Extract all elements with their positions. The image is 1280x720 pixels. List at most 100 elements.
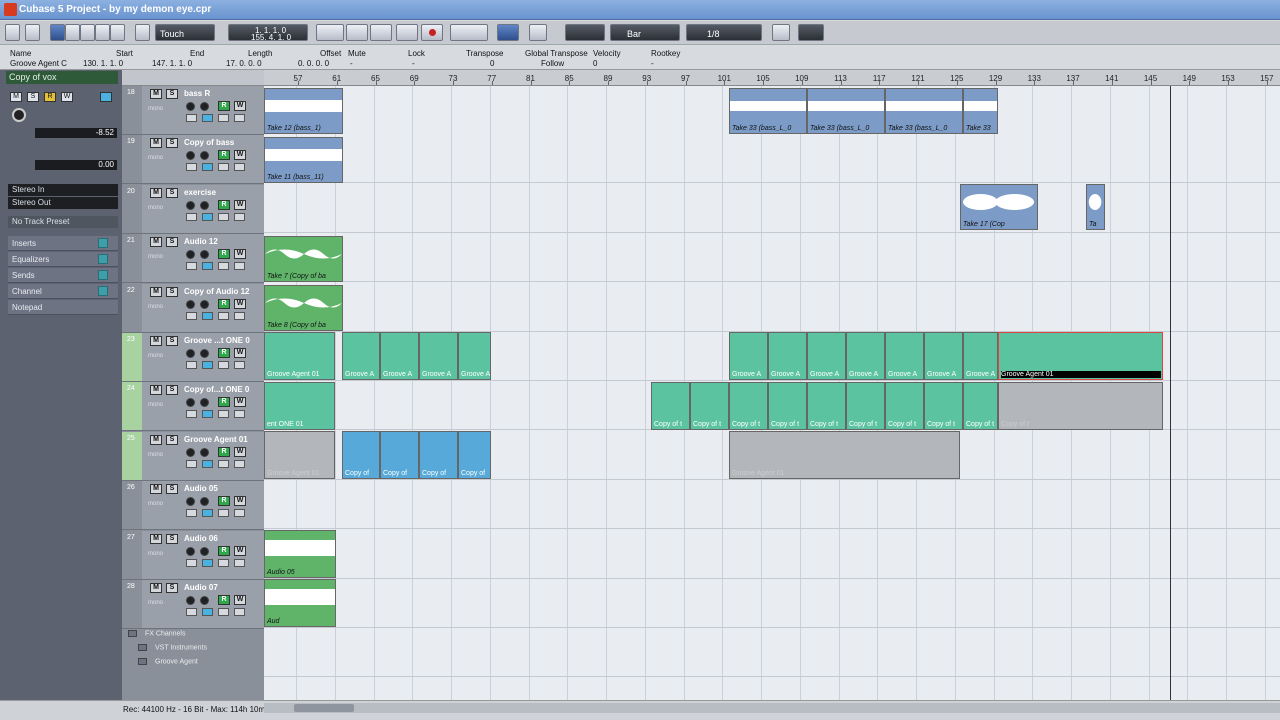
edit-channel-icon[interactable] <box>186 558 197 567</box>
edit-channel-icon[interactable] <box>186 608 197 616</box>
info-value-length[interactable]: 17. 0. 0. 0 <box>226 59 262 68</box>
track-row[interactable]: 20 M Sexercise mono R W <box>122 184 264 234</box>
edit-channel-icon[interactable] <box>186 262 197 271</box>
info-value-rootkey[interactable]: - <box>651 59 654 68</box>
quantize-icon[interactable] <box>772 24 790 41</box>
solo-button[interactable]: S <box>166 583 178 593</box>
track-row[interactable]: 21 M S Audio 12 mono R W <box>122 234 264 284</box>
input-routing[interactable]: Stereo In <box>8 184 118 196</box>
lane-icon[interactable] <box>202 558 213 567</box>
record-enable-icon[interactable] <box>186 398 195 408</box>
edit-channel-icon[interactable] <box>186 361 197 369</box>
freeze-icon[interactable] <box>234 410 245 419</box>
track-lane[interactable] <box>264 628 1280 678</box>
edit-channel-icon[interactable] <box>186 114 197 122</box>
instrument-icon[interactable] <box>218 311 229 320</box>
stop-icon[interactable] <box>370 24 392 41</box>
track-row[interactable]: 26 M S Audio 05 mono R W <box>122 481 264 531</box>
play-icon[interactable] <box>396 24 418 41</box>
track-name[interactable]: Audio 07 <box>184 583 218 592</box>
read-automation-button[interactable]: R <box>218 595 230 605</box>
read-automation-button[interactable]: R <box>218 150 230 161</box>
mute-button[interactable]: M <box>150 336 162 346</box>
instrument-icon[interactable] <box>218 459 229 468</box>
freeze-icon[interactable] <box>234 558 245 567</box>
instrument-icon[interactable] <box>218 608 229 616</box>
time-warp-tool-icon[interactable] <box>450 24 488 41</box>
snap-icon[interactable] <box>497 24 519 41</box>
edit-channel-icon[interactable] <box>186 311 197 320</box>
track-row[interactable]: 19 M S Copy of bass mono R W <box>122 135 264 185</box>
edit-channel-icon[interactable] <box>186 509 197 518</box>
output-routing[interactable]: Stereo Out <box>8 197 118 209</box>
write-automation-button[interactable]: W <box>234 446 246 457</box>
freeze-icon[interactable] <box>234 311 245 320</box>
folder-fx-channels[interactable]: FX Channels <box>128 630 258 642</box>
track-lane[interactable] <box>264 134 1280 184</box>
section-equalizers[interactable]: Equalizers <box>8 252 118 267</box>
instrument-icon[interactable] <box>218 558 229 567</box>
write-automation-button[interactable]: W <box>234 298 246 309</box>
record-enable-icon[interactable] <box>186 299 195 309</box>
track-row[interactable]: 28 M S Audio 07 mono R W <box>122 580 264 629</box>
inspector-write-button[interactable]: W <box>61 92 73 102</box>
track-name[interactable]: Audio 12 <box>184 237 218 246</box>
track-preset[interactable]: No Track Preset <box>8 216 118 228</box>
project-cursor[interactable] <box>1170 86 1171 700</box>
monitor-icon[interactable] <box>200 447 209 457</box>
freeze-icon[interactable] <box>234 163 245 172</box>
mute-button[interactable]: M <box>150 533 162 544</box>
grid-icon[interactable] <box>565 24 605 41</box>
instrument-icon[interactable] <box>218 114 229 122</box>
mute-button[interactable]: M <box>150 187 162 198</box>
play-tool-icon[interactable] <box>529 24 547 41</box>
color-icon[interactable] <box>798 24 824 41</box>
mute-button[interactable]: M <box>150 286 162 297</box>
midi-part[interactable]: Copy of t <box>768 382 807 430</box>
audio-event[interactable]: Take 33 (bass_L_0 <box>729 88 807 134</box>
freeze-icon[interactable] <box>234 114 245 122</box>
write-automation-button[interactable]: W <box>234 545 246 556</box>
midi-part[interactable]: Copy of t <box>807 382 846 430</box>
midi-part[interactable]: Copy of <box>419 431 458 479</box>
solo-button[interactable]: S <box>166 89 178 99</box>
monitor-icon[interactable] <box>200 398 209 408</box>
audio-event[interactable]: Take 7 (Copy of ba <box>264 236 343 282</box>
write-automation-button[interactable]: W <box>234 595 246 605</box>
instrument-icon[interactable] <box>218 509 229 518</box>
monitor-icon[interactable] <box>200 102 209 111</box>
scrollbar-thumb[interactable] <box>294 704 354 712</box>
midi-part[interactable]: Groove A <box>768 332 807 380</box>
midi-part[interactable]: Copy of t <box>846 382 885 430</box>
record-enable-icon[interactable] <box>186 546 195 556</box>
glue-tool-icon[interactable] <box>95 24 110 41</box>
solo-button[interactable]: S <box>166 138 178 149</box>
lane-icon[interactable] <box>202 361 213 369</box>
mute-button[interactable]: M <box>150 385 162 396</box>
freeze-icon[interactable] <box>234 361 245 369</box>
inserts-slot-icon[interactable] <box>98 238 108 248</box>
monitor-icon[interactable] <box>200 349 209 358</box>
erase-tool-icon[interactable] <box>110 24 125 41</box>
midi-part[interactable]: ent ONE 01 <box>264 382 335 430</box>
instrument-icon[interactable] <box>218 163 229 172</box>
write-automation-button[interactable]: W <box>234 199 246 210</box>
range-tool-icon[interactable] <box>65 24 80 41</box>
freeze-icon[interactable] <box>234 459 245 468</box>
info-value-end[interactable]: 147. 1. 1. 0 <box>152 59 192 68</box>
info-value-lock[interactable]: - <box>412 59 415 68</box>
lane-icon[interactable] <box>202 608 213 616</box>
timeline-ruler[interactable]: 57 61 65 69 73 77 81 85 89 93 97 101 105 109 113 117 121… <box>264 70 1280 86</box>
midi-part-selected[interactable]: Groove Agent 01 <box>998 332 1163 380</box>
lane-icon[interactable] <box>202 114 213 122</box>
mute-button[interactable]: M <box>150 484 162 495</box>
midi-part-muted[interactable]: Groove Agent 01 <box>264 431 335 479</box>
midi-part[interactable]: Groove A <box>807 332 846 380</box>
inspector-read-button[interactable]: R <box>44 92 56 102</box>
solo-button[interactable]: S <box>166 336 178 346</box>
midi-part[interactable]: Groove A <box>419 332 458 380</box>
grid-type-select[interactable]: Bar <box>610 24 680 41</box>
edit-channel-icon[interactable] <box>186 410 197 419</box>
mute-button[interactable]: M <box>150 434 162 445</box>
mute-button[interactable]: M <box>150 583 162 593</box>
